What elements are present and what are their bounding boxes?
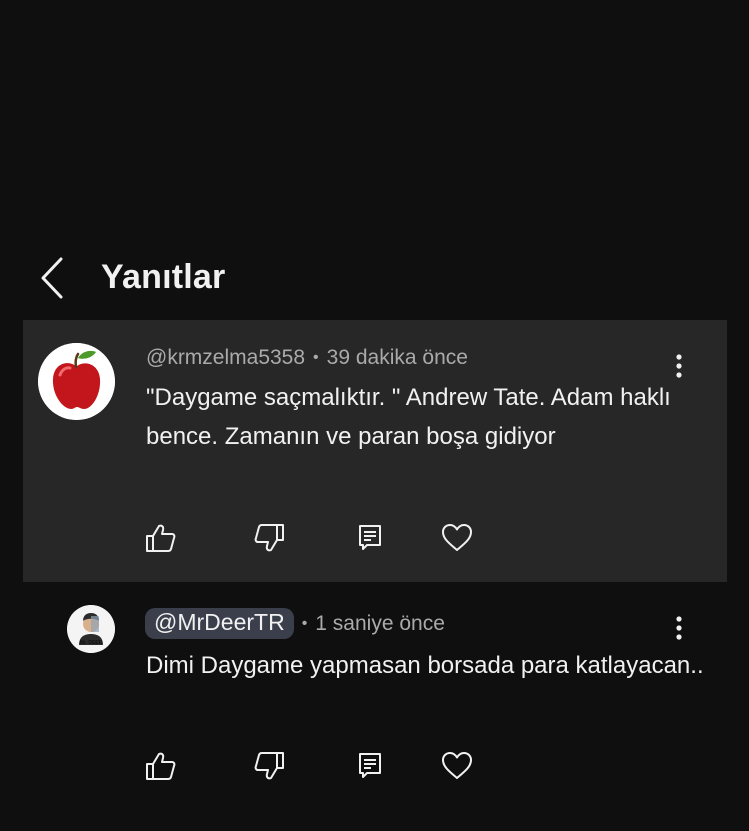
more-vertical-icon [676, 616, 682, 640]
comment-time: 39 dakika önce [326, 346, 468, 369]
dislike-button[interactable] [252, 749, 286, 783]
heart-button[interactable] [440, 521, 474, 555]
comment-actions [144, 521, 474, 555]
reply-meta: @MrDeerTR • 1 saniye önce [145, 608, 445, 639]
reply-icon [359, 753, 381, 778]
reply-icon [359, 525, 381, 550]
replies-header: Yanıtlar [0, 248, 749, 308]
comment-meta: @krmzelma5358 • 39 dakika önce [146, 346, 468, 370]
comment-author[interactable]: @krmzelma5358 [146, 346, 305, 369]
heart-icon [442, 524, 472, 551]
dislike-button[interactable] [252, 521, 286, 555]
reply-comment: Mr. DEER @MrDeerTR • 1 saniye önce Dimi Da… [0, 600, 749, 800]
heart-button[interactable] [440, 749, 474, 783]
original-comment: @krmzelma5358 • 39 dakika önce "Daygame sa… [23, 320, 727, 582]
page-title: Yanıtlar [101, 258, 226, 296]
chevron-left-icon [41, 257, 63, 299]
reply-actions [144, 749, 474, 783]
reply-more-button[interactable] [667, 614, 691, 644]
reply-time: 1 saniye önce [315, 612, 445, 635]
reply-button[interactable] [353, 749, 387, 783]
comment-text: "Daygame saçmalıktır. " Andrew Tate. Ada… [146, 384, 671, 450]
avatar[interactable] [38, 343, 115, 420]
like-button[interactable] [144, 521, 178, 555]
like-icon [146, 524, 176, 552]
comment-more-button[interactable] [667, 352, 691, 382]
meta-separator: • [301, 615, 308, 632]
dislike-icon [254, 524, 284, 552]
like-button[interactable] [144, 749, 178, 783]
avatar-label: Mr. DEER [79, 640, 103, 646]
meta-separator: • [313, 349, 319, 366]
reply-text: Dimi Daygame yapmasan borsada para katla… [146, 652, 704, 679]
dislike-icon [254, 752, 284, 780]
like-icon [146, 752, 176, 780]
reply-button[interactable] [353, 521, 387, 555]
reply-avatar[interactable]: Mr. DEER [67, 605, 115, 653]
reply-author-chip[interactable]: @MrDeerTR [145, 608, 294, 639]
heart-icon [442, 752, 472, 779]
red-apple-icon [38, 343, 115, 420]
more-vertical-icon [676, 354, 682, 378]
back-button[interactable] [36, 256, 72, 300]
